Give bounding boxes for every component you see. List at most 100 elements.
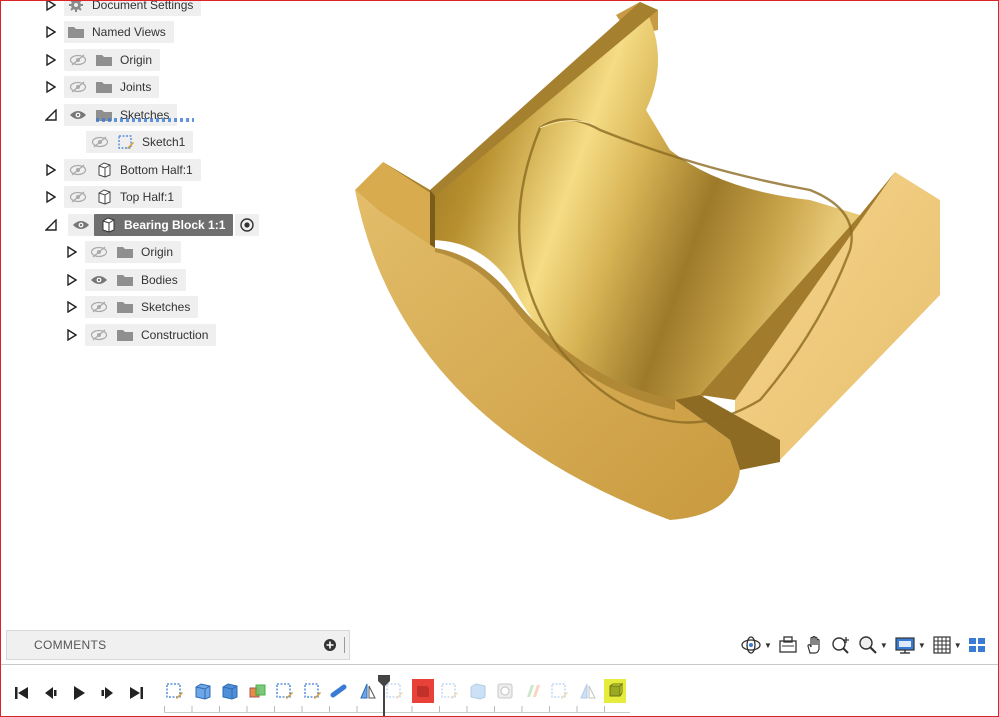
look-at-icon[interactable] [778,633,798,657]
tree-row-sketch1[interactable]: Sketch1 [86,131,194,153]
add-comment-icon[interactable] [323,638,337,655]
play-icon[interactable] [68,682,90,704]
go-to-start-icon[interactable] [10,682,32,704]
sketch-icon[interactable] [302,679,324,703]
bearing-block-model[interactable] [340,0,960,530]
go-to-end-icon[interactable] [126,682,148,704]
split-body-icon[interactable] [357,679,379,703]
folder-icon [115,271,135,289]
eye-hidden-icon[interactable] [68,188,88,206]
step-forward-icon[interactable] [97,682,119,704]
viewports-icon[interactable] [968,633,986,657]
tree-label: Sketches [141,300,191,314]
tree-label: Bodies [141,273,178,287]
eye-hidden-icon[interactable] [90,133,110,151]
extrude-icon[interactable] [219,679,241,703]
tree-label: Origin [141,245,174,259]
sketch-icon[interactable] [164,679,186,703]
combine-icon[interactable] [247,679,269,703]
tree-label: Joints [120,80,152,94]
expand-arrow-icon[interactable] [44,0,58,13]
component-icon [98,216,118,234]
box-icon[interactable] [467,679,489,703]
activate-component-icon[interactable] [235,214,260,236]
sketch-icon[interactable] [439,679,461,703]
split-icon[interactable] [577,679,599,703]
tree-label: Named Views [92,25,166,39]
timeline [0,665,999,717]
component-icon[interactable] [604,679,626,703]
component-icon [94,161,114,179]
component-icon [94,188,114,206]
selection-underline [96,118,194,122]
extrude-icon[interactable] [411,679,434,703]
eye-hidden-icon[interactable] [89,243,109,261]
tree-label: Top Half:1 [120,190,175,204]
step-back-icon[interactable] [39,682,61,704]
expand-arrow-icon[interactable] [65,244,79,260]
tree-row-joints[interactable]: Joints [44,76,160,98]
folder-icon [115,243,135,261]
tree-row-bb-origin[interactable]: Origin [65,241,182,263]
expand-arrow-icon[interactable] [65,327,79,343]
tree-label: Document Settings [92,0,194,12]
eye-hidden-icon[interactable] [89,326,109,344]
tree-label: Sketch1 [142,135,186,149]
expand-arrow-icon[interactable] [44,162,58,178]
tree-row-document-settings[interactable]: Document Settings [44,0,202,16]
comments-panel[interactable]: COMMENTS [6,630,350,660]
display-settings-icon[interactable]: ▼ [894,633,926,657]
zoom-icon[interactable]: ▼ [858,633,888,657]
sketch-icon[interactable] [549,679,571,703]
tree-row-bearing-block[interactable]: Bearing Block 1:1 [44,214,260,236]
expand-arrow-icon[interactable] [44,189,58,205]
sketch-icon [116,133,136,151]
folder-icon [66,23,86,41]
grid-icon[interactable]: ▼ [932,633,962,657]
eye-hidden-icon[interactable] [68,51,88,69]
tree-row-bodies[interactable]: Bodies [65,269,186,291]
expand-arrow-icon[interactable] [44,52,58,68]
folder-icon [115,326,135,344]
tree-label: Bottom Half:1 [120,163,193,177]
expand-arrow-icon[interactable] [65,272,79,288]
combine-icon[interactable] [522,679,544,703]
pipe-icon[interactable] [329,679,351,703]
tree-row-sketches[interactable]: Sketches [44,104,178,126]
timeline-marker[interactable] [378,675,390,717]
collapse-arrow-icon[interactable] [44,217,58,233]
browser-tree: Document Settings Named Views Origin Joi… [0,0,360,360]
eye-hidden-icon[interactable] [68,78,88,96]
pan-icon[interactable] [804,633,824,657]
folder-icon [94,51,114,69]
panel-divider[interactable] [344,637,347,653]
tree-label: Origin [120,53,153,67]
expand-arrow-icon[interactable] [44,24,58,40]
tree-row-top-half[interactable]: Top Half:1 [44,186,183,208]
timeline-track [164,712,630,713]
tree-label: Bearing Block 1:1 [124,218,226,232]
timeline-features [164,679,632,703]
orbit-icon[interactable]: ▼ [740,633,772,657]
tree-row-bottom-half[interactable]: Bottom Half:1 [44,159,201,181]
eye-hidden-icon[interactable] [89,298,109,316]
expand-arrow-icon[interactable] [65,299,79,315]
eye-icon[interactable] [89,271,109,289]
sketch-icon[interactable] [274,679,296,703]
eye-hidden-icon[interactable] [68,161,88,179]
tree-row-named-views[interactable]: Named Views [44,21,174,43]
tree-row-bb-sketches[interactable]: Sketches [65,296,199,318]
eye-icon[interactable] [68,106,88,124]
hole-icon[interactable] [494,679,516,703]
zoom-window-icon[interactable] [830,633,852,657]
comments-title: COMMENTS [34,638,107,652]
extrude-icon[interactable] [192,679,214,703]
tree-label: Construction [141,328,209,342]
tree-row-origin[interactable]: Origin [44,49,161,71]
folder-icon [115,298,135,316]
eye-icon[interactable] [68,214,94,236]
expand-arrow-icon[interactable] [44,79,58,95]
collapse-arrow-icon[interactable] [44,107,58,123]
tree-row-construction[interactable]: Construction [65,324,217,346]
navigation-toolbar: ▼ ▼ ▼ ▼ [740,632,992,658]
